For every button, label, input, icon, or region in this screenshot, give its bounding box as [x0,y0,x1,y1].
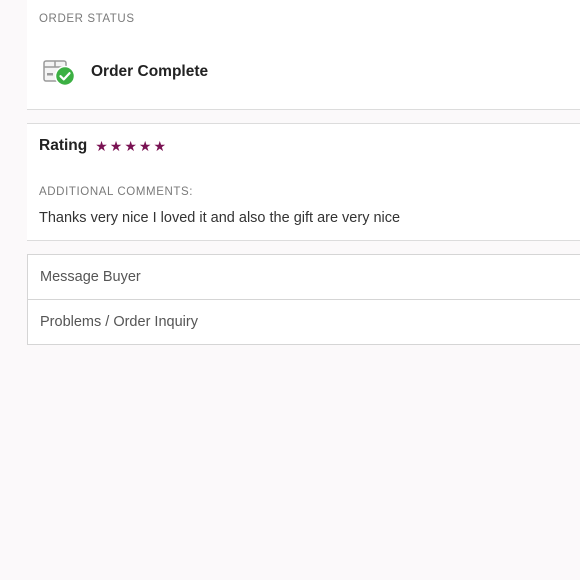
order-status-card: ORDER STATUS Order Complete [27,0,580,110]
rating-row: Rating ★ ★ ★ ★ ★ [39,137,166,155]
review-card: Rating ★ ★ ★ ★ ★ ADDITIONAL COMMENTS: Th… [27,123,580,241]
order-detail-page: ORDER STATUS Order Complete Rating ★ ★ ★… [0,0,580,580]
rating-label: Rating [39,137,88,154]
additional-comments-text: Thanks very nice I loved it and also the… [39,210,401,226]
star-icon: ★ [138,138,152,154]
star-icon: ★ [153,138,167,154]
star-icon: ★ [95,138,108,154]
star-icon: ★ [109,138,123,154]
message-buyer-button[interactable]: Message Buyer [28,255,580,299]
box-check-icon [42,55,76,89]
star-icon: ★ [124,138,137,154]
order-actions-list: Message Buyer Problems / Order Inquiry [27,254,580,345]
star-rating: ★ ★ ★ ★ ★ [95,139,166,153]
order-status-heading: ORDER STATUS [39,13,135,25]
order-inquiry-button[interactable]: Problems / Order Inquiry [28,299,580,344]
order-status-text: Order Complete [91,63,209,80]
additional-comments-heading: ADDITIONAL COMMENTS: [39,186,194,198]
